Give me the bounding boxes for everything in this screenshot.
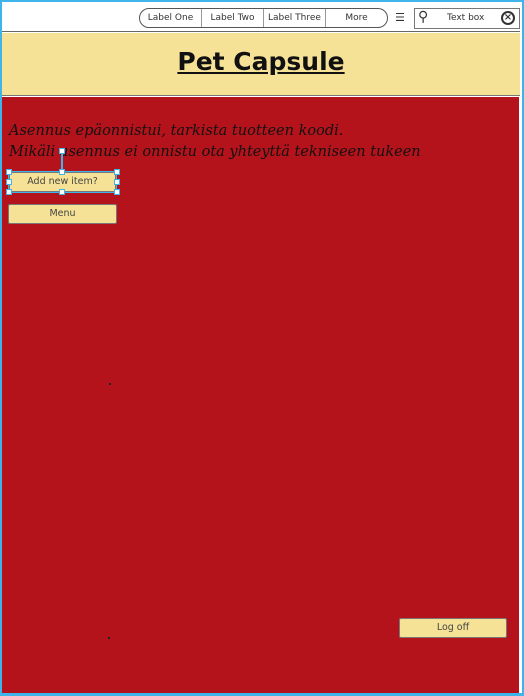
window-frame xyxy=(0,0,524,696)
